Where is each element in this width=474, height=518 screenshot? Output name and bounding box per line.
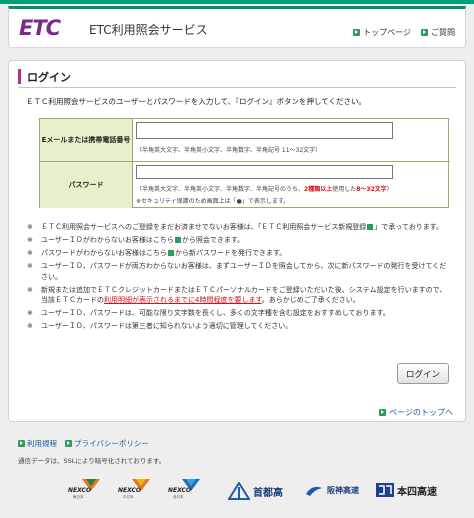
top-page-link-label: トップページ [363,28,411,37]
partner-logos: NEXCO 東日本 NEXCO 中日本 NEXCO 西日本 首都高 阪神高速 本… [68,478,460,506]
password-hint-emphasis: 8～32文字 [356,186,387,193]
password-row: パスワード （半角英大文字、半角英小文字、半角数字、半角記号のうち、2種類以上使… [40,162,450,208]
note-text: ユーザーＩＤ、パスワードが両方わからないお客様は、まずユーザーＩＤを照会してから… [41,262,447,281]
note-mark: ※ [27,309,33,317]
note-mark: ※ [27,223,33,231]
login-form-table: Eメールまたは携帯電話番号 （半角英大文字、半角英小文字、半角数字、半角記号 1… [39,118,450,208]
faq-link[interactable]: ご質問 [421,27,455,38]
arrow-up-icon [379,409,387,416]
note-mark: ※ [27,262,33,270]
arrow-right-icon [421,29,428,36]
top-accent-bar [0,0,474,4]
nexco-west-sub: 西日本 [173,495,184,499]
privacy-link[interactable]: プライバシーポリシー [65,438,149,449]
nexco-east-sub: 東日本 [73,495,84,499]
login-title-bar: ログイン [18,66,456,88]
ssl-note: 通信データは、SSLにより暗号化されております。 [18,457,166,465]
etc-logo[interactable]: ETC [19,16,61,40]
note-item: ※ ユーザーＩＤ、パスワードが両方わからないお客様は、まずユーザーＩＤを照会して… [27,261,447,282]
note-text: ユーザーＩＤ、パスワードは第三者に知られないよう適切に管理してください。 [41,322,293,330]
note-item: ※ ＥＴＣ利用照会サービスへのご登録をまだお済ませでないお客様は、「ＥＴＣ利用照… [27,222,447,233]
email-hint: （半角英大文字、半角英小文字、半角数字、半角記号 11～32文字） [136,147,322,154]
nexco-central-logo[interactable]: NEXCO 中日本 [118,478,164,504]
password-hint-text: 使用した [332,186,357,193]
hanshin-mark [306,486,322,496]
note-text: 」で承っております。 [374,223,444,231]
note-item: ※ 新規または追加でＥＴＣクレジットカードまたはＥＴＣパーソナルカードをご登録い… [27,285,447,306]
privacy-link-label: プライバシーポリシー [74,439,149,448]
nexco-central-sub: 中日本 [123,495,134,499]
note-item: ※ ユーザーＩＤ、パスワードは、可能な限り文字数を長くし、多くの文字種を含む設定… [27,308,447,319]
terms-link[interactable]: 利用規程 [18,438,57,449]
honshi-text: 本四高速 [397,486,437,498]
site-header: ETC ETC利用照会サービス トップページ ご質問 [8,6,466,48]
password-hint-text: ） [386,186,393,193]
page-top-label: ページのトップへ [389,408,453,417]
password-hint-emphasis: 2種類以上 [304,186,333,193]
nexco-central-text: NEXCO [118,487,142,494]
faq-link-label: ご質問 [431,28,455,37]
top-page-link[interactable]: トップページ [353,27,411,38]
shutoko-text: 首都高 [253,487,283,499]
email-field[interactable] [136,122,393,139]
link-icon[interactable] [174,237,181,243]
terms-link-label: 利用規程 [27,439,57,448]
note-item: ※ ユーザーＩＤ、パスワードは第三者に知られないよう適切に管理してください。 [27,321,447,332]
password-reset-link[interactable]: パスワードがわからないお客様はこちら [41,249,167,257]
nexco-west-logo[interactable]: NEXCO 西日本 [168,478,214,504]
nexco-west-text: NEXCO [168,487,192,494]
page-top-link[interactable]: ページのトップへ [379,407,453,418]
note-mark: ※ [27,249,33,257]
arrow-right-icon [353,29,361,36]
note-mark: ※ [27,236,33,244]
password-label: パスワード [40,162,133,208]
footer-links: 利用規程 プライバシーポリシー [18,438,149,449]
note-text: から新パスワードを発行できます。 [175,249,287,257]
hanshin-logo[interactable]: 阪神高速 [304,482,359,498]
nexco-east-text: NEXCO [68,487,92,494]
hanshin-text: 阪神高速 [327,485,359,495]
honshi-logo[interactable]: 本四高速 [376,482,437,498]
nexco-east-logo[interactable]: NEXCO 東日本 [68,478,114,504]
note-text: ＥＴＣ利用照会サービスへのご登録をまだお済ませでないお客様は、「ＥＴＣ利用照会サ… [41,223,367,231]
password-hint: （半角英大文字、半角英小文字、半角数字、半角記号のうち、2種類以上使用した8～3… [136,184,393,193]
password-hint-text: （半角英大文字、半角英小文字、半角数字、半角記号のうち、 [136,186,305,193]
header-links: トップページ ご質問 [353,27,455,38]
email-label: Eメールまたは携帯電話番号 [40,119,133,161]
link-icon[interactable] [367,224,374,230]
email-row: Eメールまたは携帯電話番号 （半角英大文字、半角英小文字、半角数字、半角記号 1… [40,119,450,162]
userid-lookup-link[interactable]: ユーザーＩＤがわからないお客様はこちら [41,236,174,244]
note-text: 。あらかじめご了承ください。 [261,296,360,304]
password-field[interactable] [136,165,393,179]
arrow-right-icon [65,440,72,447]
login-button[interactable]: ログイン [397,363,449,384]
note-mark: ※ [27,322,33,330]
title-accent [18,69,21,84]
honshi-mark [376,483,394,497]
login-instructions: ＥＴＣ利用照会サービスのユーザーとパスワードを入力して、『ログイン』ボタンを押し… [26,97,367,106]
notes-list: ※ ＥＴＣ利用照会サービスへのご登録をまだお済ませでないお客様は、「ＥＴＣ利用照… [27,222,447,334]
shutoko-mark [228,482,250,500]
arrow-right-icon [18,440,25,447]
password-security-note: ※セキュリティ保護のため画面上は「●」で表示します。 [136,198,290,205]
shutoko-logo[interactable]: 首都高 [228,482,283,500]
note-mark: ※ [27,285,33,294]
note-item: ※ パスワードがわからないお客様はこちら から新パスワードを発行できます。 [27,248,447,259]
page-title: ログイン [27,71,71,84]
note-text: ユーザーＩＤ、パスワードは、可能な限り文字数を長くし、多くの文字種を含む設定をお… [41,309,390,317]
login-panel: ログイン ＥＴＣ利用照会サービスのユーザーとパスワードを入力して、『ログイン』ボ… [8,60,466,422]
service-name: ETC利用照会サービス [89,23,208,37]
note-text: から照会できます。 [181,236,245,244]
note-warning-text: 利用明細が表示されるまでに4時間程度を要します [104,296,262,304]
link-icon[interactable] [168,250,174,256]
note-item: ※ ユーザーＩＤがわからないお客様はこちら から照会できます。 [27,235,447,246]
